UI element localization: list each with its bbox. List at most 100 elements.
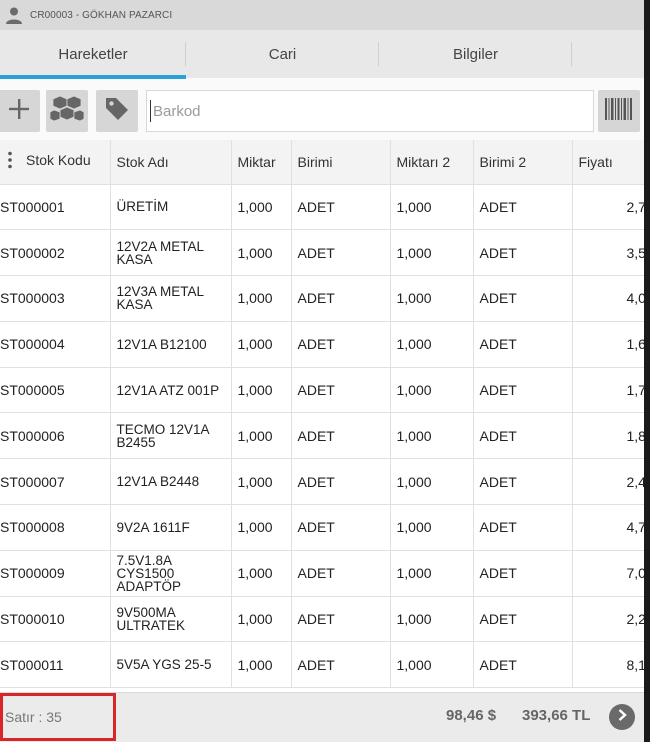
column-header-miktari-2[interactable]: Miktarı 2	[390, 140, 474, 185]
stock-grid: Stok Kodu Stok Adı Miktar Birimi Miktarı…	[0, 140, 644, 692]
cell-stok-adi: 5V5A YGS 25-5	[110, 641, 232, 689]
table-row[interactable]: ST000011 5V5A YGS 25-5 1,000 ADET 1,000 ADET 8…	[0, 641, 644, 689]
total-tl: 393,66 TL	[522, 707, 591, 724]
table-row[interactable]: ST000006 TECMO 12V1A B2455 1,000 ADET 1,000 A…	[0, 412, 644, 460]
cell-fiyati: 3,510	[572, 229, 644, 277]
cell-miktar: 1,000	[231, 504, 292, 551]
cell-fiyati: 2,400	[572, 458, 644, 506]
cell-stok-kodu: ST000004	[0, 321, 111, 368]
cell-birimi-2: ADET	[473, 504, 573, 551]
cell-miktari-2: 1,000	[390, 275, 474, 322]
plus-icon	[6, 96, 32, 127]
cell-fiyati: 2,750	[572, 184, 644, 231]
next-button[interactable]	[609, 704, 635, 730]
cell-stok-adi: 12V1A B12100	[110, 321, 232, 368]
cell-miktari-2: 1,000	[390, 550, 474, 597]
cell-stok-adi: TECMO 12V1A B2455	[110, 412, 232, 460]
cell-stok-kodu: ST000003	[0, 275, 111, 322]
cell-birimi-2: ADET	[473, 321, 573, 368]
cell-birimi: ADET	[291, 458, 391, 506]
cell-miktar: 1,000	[231, 321, 292, 368]
user-icon	[4, 5, 24, 25]
column-header-birimi-2[interactable]: Birimi 2	[473, 140, 573, 185]
cell-miktar: 1,000	[231, 641, 292, 689]
cell-stok-kodu: ST000009	[0, 550, 111, 597]
cell-birimi: ADET	[291, 550, 391, 597]
tab-label: Hareketler	[58, 45, 128, 63]
column-label: Stok Kodu	[26, 152, 91, 169]
cell-miktari-2: 1,000	[390, 504, 474, 551]
tab-bilgiler[interactable]: Bilgiler	[379, 30, 572, 78]
column-header-miktar[interactable]: Miktar	[231, 140, 292, 185]
table-header-row: Stok Kodu Stok Adı Miktar Birimi Miktarı…	[0, 140, 644, 185]
cell-miktari-2: 1,000	[390, 596, 474, 643]
barcode-scan-button[interactable]	[598, 90, 640, 132]
cell-miktari-2: 1,000	[390, 321, 474, 368]
cell-stok-adi: 9V2A 1611F	[110, 504, 232, 551]
cell-stok-adi: 12V2A METAL KASA	[110, 229, 232, 277]
cell-birimi-2: ADET	[473, 367, 573, 414]
cell-stok-kodu: ST000006	[0, 412, 111, 460]
cell-stok-kodu: ST000001	[0, 184, 111, 231]
cell-miktar: 1,000	[231, 412, 292, 460]
tab-label: Cari	[268, 45, 297, 63]
cell-stok-kodu: ST000007	[0, 458, 111, 506]
cell-stok-adi: 12V1A ATZ 001P	[110, 367, 232, 414]
cell-birimi-2: ADET	[473, 641, 573, 689]
products-button[interactable]	[46, 90, 88, 132]
table-row[interactable]: ST000004 12V1A B12100 1,000 ADET 1,000 ADET 1,…	[0, 321, 644, 368]
cell-fiyati: 2,200	[572, 596, 644, 643]
tab-more[interactable]	[572, 30, 644, 78]
cell-miktar: 1,000	[231, 229, 292, 277]
cell-stok-adi: 7.5V1.8A CYS1500 ADAPTÖP	[110, 550, 232, 597]
table-row[interactable]: ST0000089V2A 1611F1,000ADET1,000ADET4,72…	[0, 504, 644, 551]
add-button[interactable]	[0, 90, 40, 132]
barcode-input[interactable]	[153, 102, 573, 120]
cell-stok-kodu: ST000010	[0, 596, 111, 643]
cell-stok-adi: ÜRETİM	[110, 184, 232, 231]
table-row[interactable]: ST00000712V1A B24481,000ADET1,000ADET2,4…	[0, 458, 644, 506]
cell-stok-kodu: ST000002	[0, 229, 111, 277]
tag-icon	[103, 95, 131, 128]
cell-stok-kodu: ST000005	[0, 367, 111, 414]
app-window: CR00003 - GÖKHAN PAZARCI Hareketler Cari…	[0, 0, 644, 742]
cell-birimi-2: ADET	[473, 596, 573, 643]
cell-miktari-2: 1,000	[390, 412, 474, 460]
cell-fiyati: 1,690	[572, 321, 644, 368]
table-row[interactable]: ST000009 7.5V1.8A CYS1500 ADAPTÖP 1,000 ADE…	[0, 550, 644, 597]
cell-birimi: ADET	[291, 184, 391, 231]
barcode-search[interactable]	[146, 90, 594, 132]
column-header-fiyati[interactable]: Fiyatı	[572, 140, 644, 185]
boxes-icon	[49, 94, 85, 129]
tab-label: Bilgiler	[452, 45, 498, 63]
column-header-stok-kodu[interactable]: Stok Kodu	[0, 140, 111, 185]
cell-birimi: ADET	[291, 504, 391, 551]
tab-cari[interactable]: Cari	[186, 30, 379, 78]
stock-table: Stok Kodu Stok Adı Miktar Birimi Miktarı…	[0, 140, 644, 689]
cell-miktari-2: 1,000	[390, 367, 474, 414]
tab-hareketler[interactable]: Hareketler	[0, 30, 186, 79]
cell-stok-adi: 9V500MA ULTRATEK	[110, 596, 232, 643]
cell-birimi: ADET	[291, 641, 391, 689]
table-row[interactable]: ST000001ÜRETİM1,000ADET1,000ADET2,750	[0, 184, 644, 231]
cell-miktar: 1,000	[231, 596, 292, 643]
text-caret	[150, 100, 151, 122]
cell-birimi: ADET	[291, 229, 391, 277]
window-edge	[644, 0, 650, 742]
tag-button[interactable]	[96, 90, 138, 132]
cell-birimi-2: ADET	[473, 550, 573, 597]
row-count: Satır : 35	[0, 693, 116, 741]
kebab-menu-icon[interactable]	[8, 151, 12, 172]
cell-miktar: 1,000	[231, 550, 292, 597]
cell-birimi: ADET	[291, 596, 391, 643]
cell-stok-kodu: ST000011	[0, 641, 111, 689]
table-row[interactable]: ST000002 12V2A METAL KASA 1,000 ADET 1,000 AD…	[0, 229, 644, 277]
column-header-stok-adi[interactable]: Stok Adı	[110, 140, 232, 185]
cell-birimi-2: ADET	[473, 412, 573, 460]
cell-fiyati: 8,100	[572, 641, 644, 689]
cell-miktar: 1,000	[231, 367, 292, 414]
table-row[interactable]: ST000003 12V3A METAL KASA 1,000 ADET 1,000 AD…	[0, 275, 644, 322]
table-row[interactable]: ST000005 12V1A ATZ 001P 1,000 ADET 1,000 ADET…	[0, 367, 644, 414]
table-row[interactable]: ST000010 9V500MA ULTRATEK 1,000 ADET 1,000 AD…	[0, 596, 644, 643]
column-header-birimi[interactable]: Birimi	[291, 140, 391, 185]
